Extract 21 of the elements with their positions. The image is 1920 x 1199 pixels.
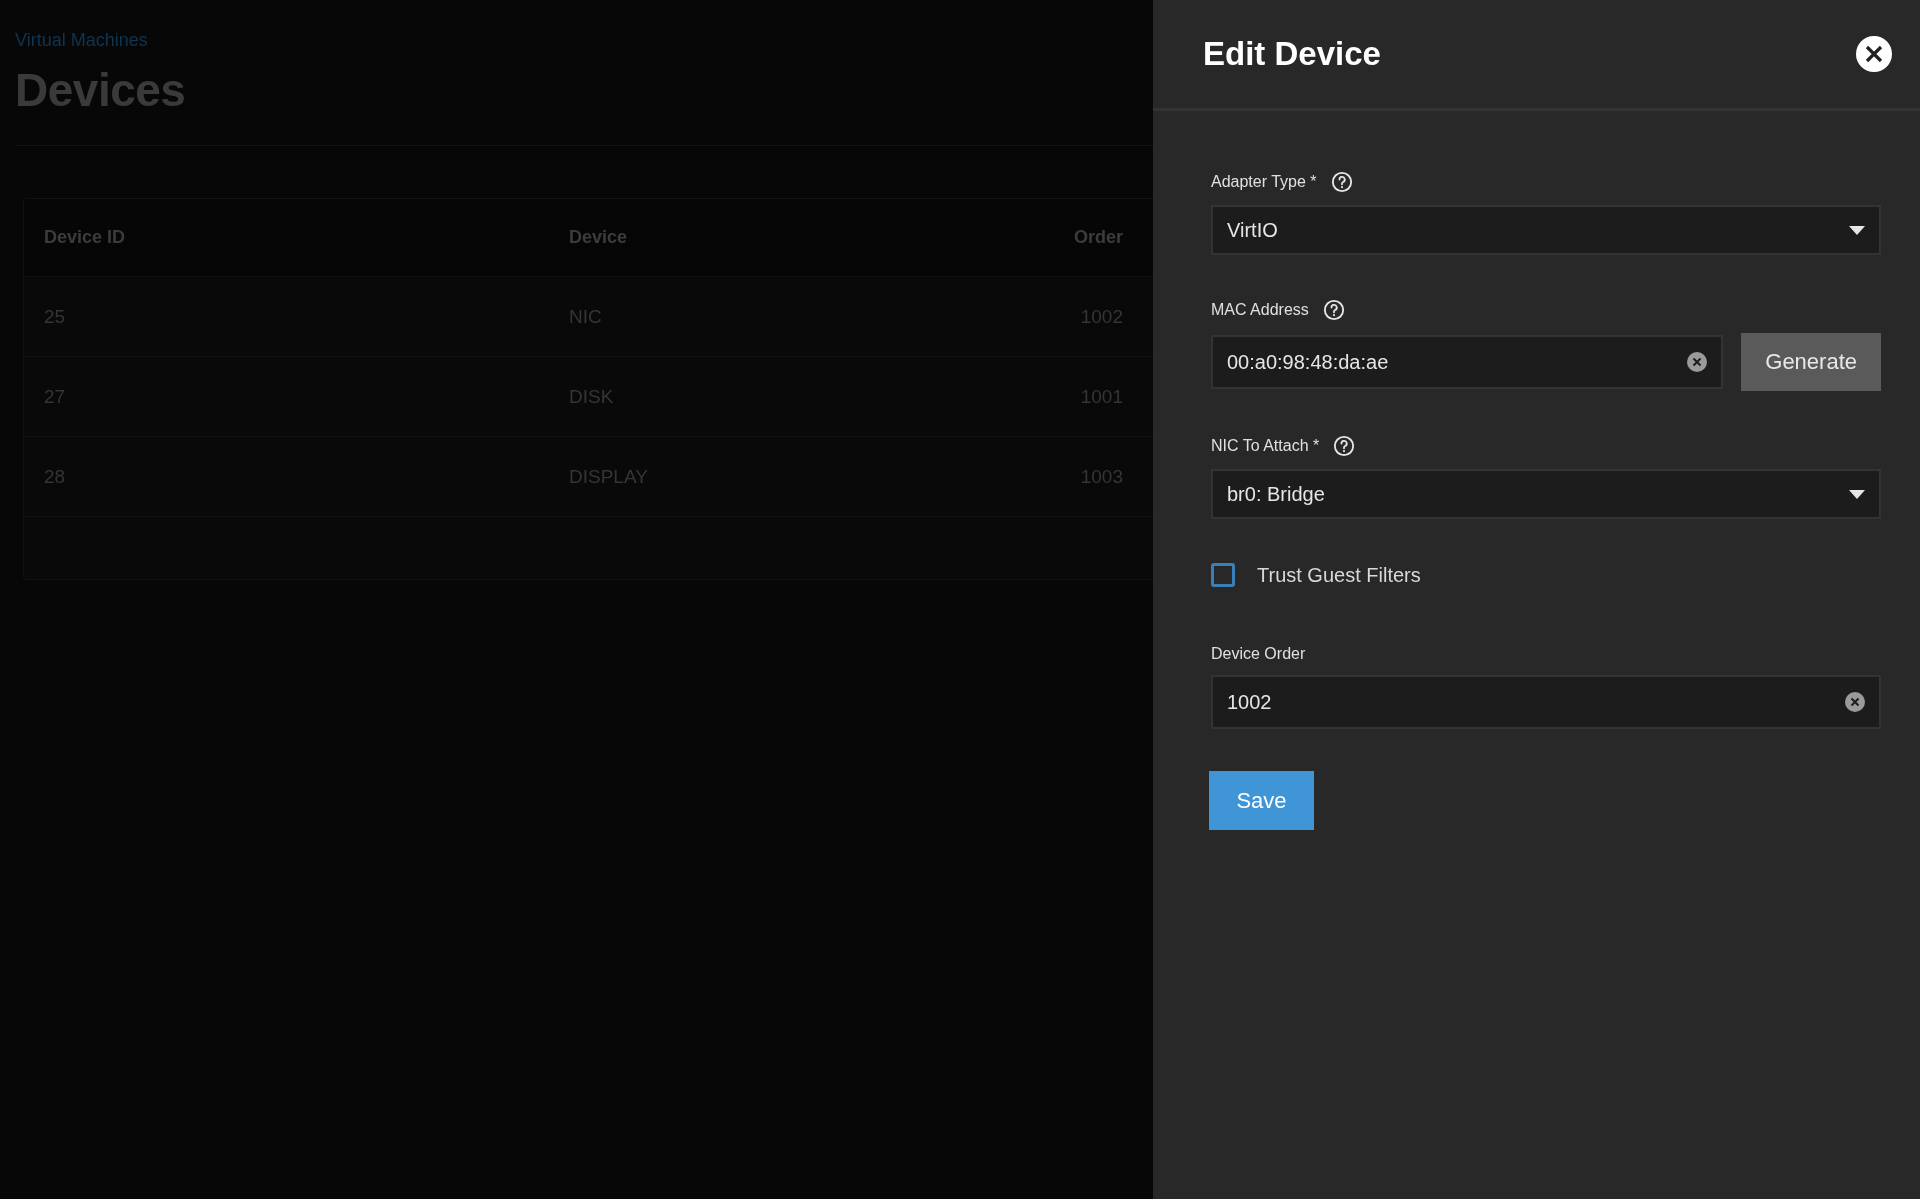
caret-icon — [1849, 489, 1865, 499]
checkbox[interactable] — [1211, 563, 1235, 587]
help-icon[interactable] — [1322, 299, 1345, 321]
close-button[interactable] — [1856, 36, 1892, 72]
field-label: MAC Address — [1211, 301, 1309, 319]
generate-button[interactable]: Generate — [1741, 333, 1881, 391]
checkbox-label[interactable]: Trust Guest Filters — [1257, 563, 1421, 587]
field-label: NIC To Attach * — [1211, 437, 1320, 455]
field-label: Adapter Type * — [1211, 173, 1317, 191]
clear-icon[interactable] — [1687, 352, 1708, 372]
input-field[interactable]: 1002 — [1211, 675, 1881, 729]
select-field[interactable]: VirtIO — [1211, 205, 1881, 255]
input-field[interactable]: 00:a0:98:48:da:ae — [1211, 335, 1724, 389]
caret-icon — [1849, 225, 1865, 235]
help-icon[interactable] — [1330, 171, 1353, 193]
close-icon — [1865, 45, 1883, 63]
help-icon[interactable] — [1333, 435, 1356, 457]
panel-title: Edit Device — [1203, 35, 1381, 73]
clear-icon[interactable] — [1845, 692, 1865, 712]
field-label: Device Order — [1211, 645, 1306, 663]
select-field[interactable]: br0: Bridge — [1211, 469, 1881, 519]
